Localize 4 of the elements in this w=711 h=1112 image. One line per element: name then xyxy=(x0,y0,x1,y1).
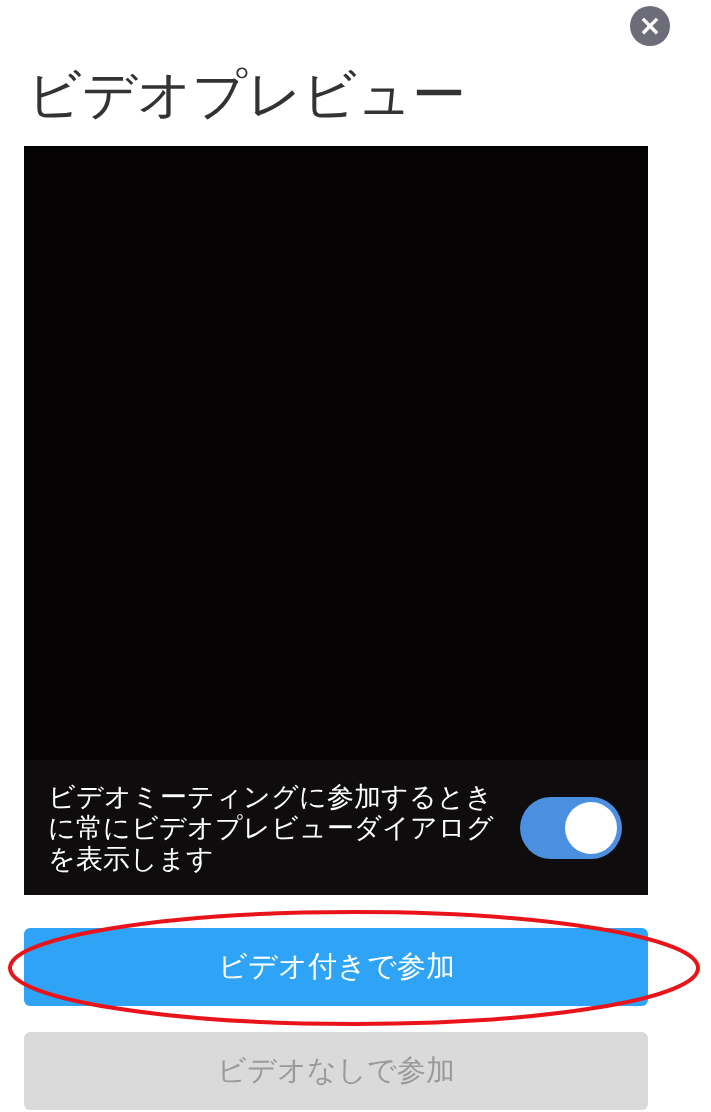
join-with-video-button[interactable]: ビデオ付きで参加 xyxy=(24,928,648,1006)
close-button[interactable]: × xyxy=(630,6,670,46)
window-title: ビデオプレビュー xyxy=(27,62,467,128)
always-show-preview-label: ビデオミーティングに参加するときに常にビデオプレビューダイアログを表示します xyxy=(48,781,495,874)
